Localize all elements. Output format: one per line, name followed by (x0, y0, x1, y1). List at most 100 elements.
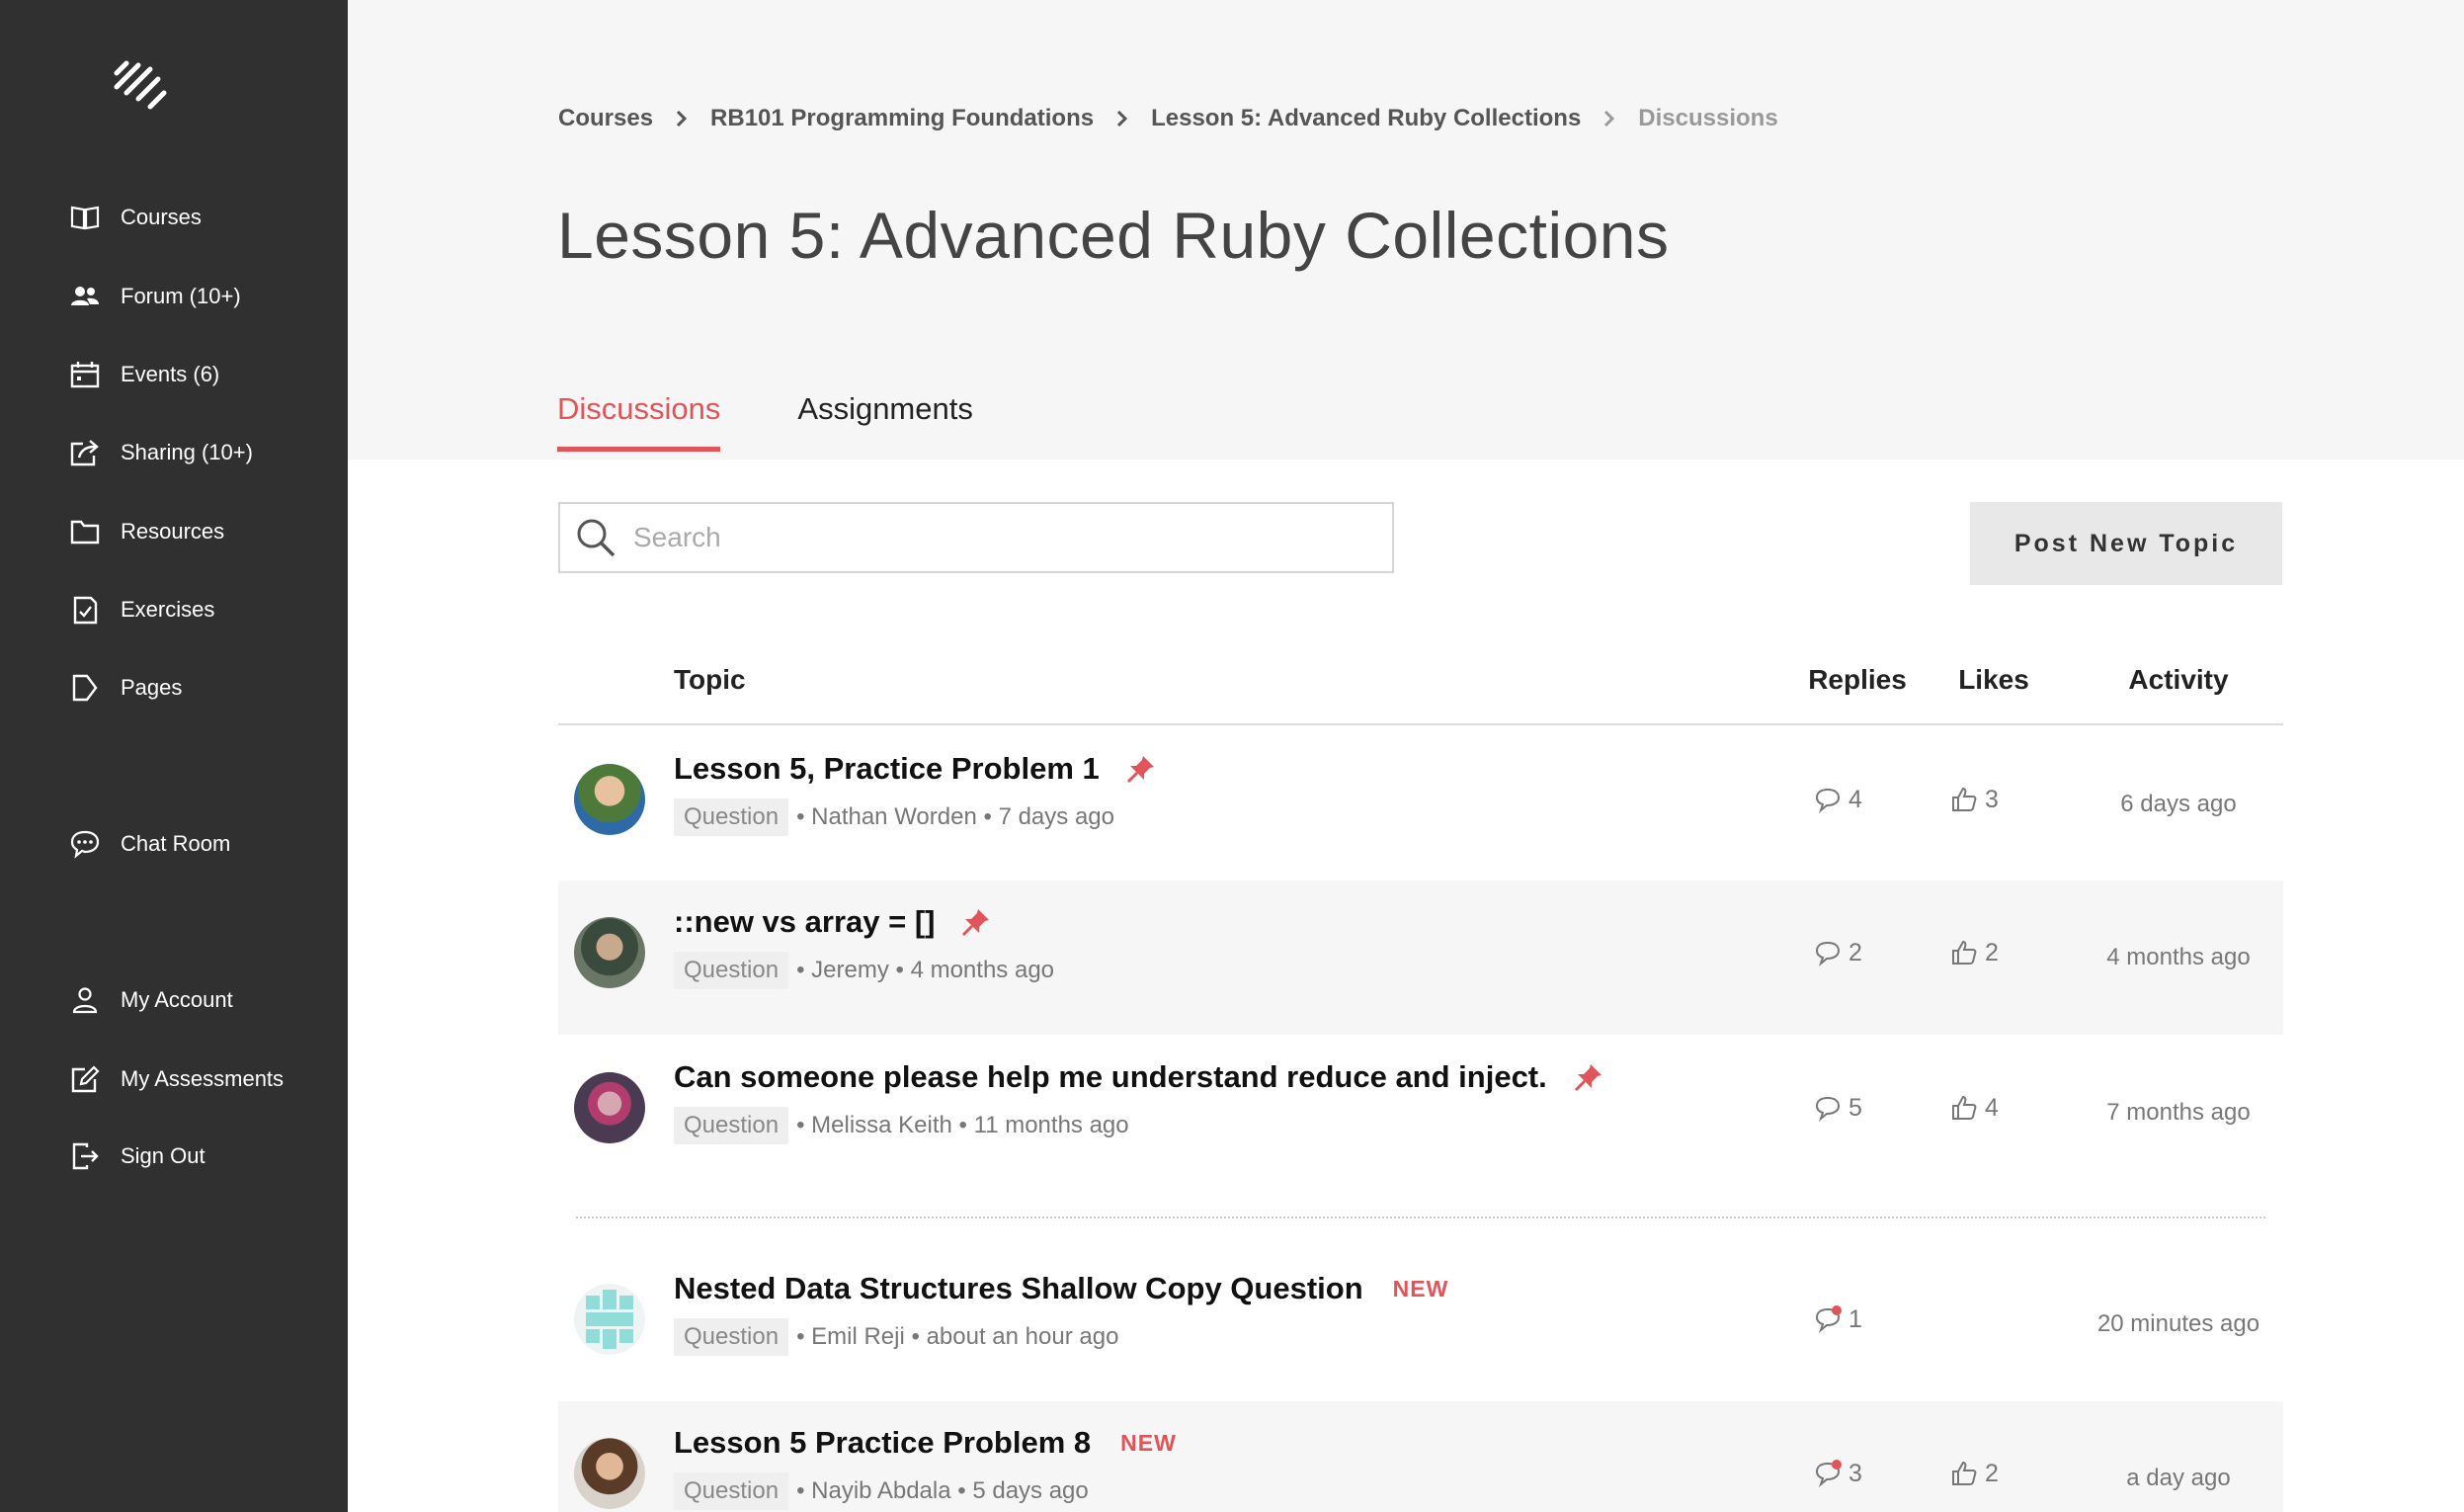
column-header-likes[interactable]: Likes (1939, 664, 2048, 696)
comment-icon (1815, 1096, 1841, 1123)
topic-title[interactable]: Nested Data Structures Shallow Copy Ques… (674, 1271, 1363, 1306)
sidebar-item-pages[interactable]: Pages (67, 666, 182, 710)
breadcrumb-lesson[interactable]: Lesson 5: Advanced Ruby Collections (1151, 105, 1581, 132)
separator-dot: • (796, 803, 812, 830)
sidebar-item-forum[interactable]: Forum (10+) (67, 275, 241, 318)
tab-assignments[interactable]: Assignments (797, 391, 972, 452)
topic-author[interactable]: Melissa Keith (811, 1112, 952, 1139)
separator-dot: • (796, 957, 812, 983)
separator-dot: • (976, 803, 999, 830)
topic-title[interactable]: ::new vs array = [] (674, 904, 935, 940)
search-field[interactable] (558, 502, 1394, 573)
sidebar-item-label: My Assessments (121, 1066, 285, 1091)
sidebar-item-exercises[interactable]: Exercises (67, 588, 214, 631)
category-tag[interactable]: Question (674, 1318, 789, 1356)
chat-icon (67, 828, 103, 860)
sidebar-item-label: My Account (121, 987, 233, 1012)
sidebar-item-chat-room[interactable]: Chat Room (67, 822, 230, 866)
topic-activity: 20 minutes ago (2096, 1310, 2260, 1337)
category-tag[interactable]: Question (674, 1107, 789, 1144)
avatar[interactable] (574, 1438, 645, 1509)
new-badge: NEW (1120, 1429, 1177, 1456)
topic-author[interactable]: Nayib Abdala (811, 1477, 950, 1505)
search-icon (577, 519, 616, 557)
column-header-topic[interactable]: Topic (674, 664, 746, 696)
edit-icon (67, 1063, 103, 1095)
table-row[interactable]: Nested Data Structures Shallow Copy Ques… (558, 1247, 2283, 1401)
user-icon (67, 984, 103, 1016)
sidebar-item-label: Courses (121, 205, 202, 229)
sidebar-item-events[interactable]: Events (6) (67, 353, 219, 396)
table-row[interactable]: Lesson 5, Practice Problem 1 Question • … (558, 727, 2283, 882)
thumbs-up-icon (1952, 787, 1977, 811)
likes-count: 2 (1949, 1459, 1999, 1488)
folder-icon (67, 516, 103, 547)
search-input[interactable] (633, 522, 1364, 553)
sign-out-icon (67, 1140, 103, 1172)
avatar[interactable] (574, 1072, 645, 1143)
sidebar-item-my-account[interactable]: My Account (67, 978, 233, 1022)
table-row[interactable]: Lesson 5 Practice Problem 8 NEW Question… (558, 1401, 2283, 1512)
avatar[interactable] (574, 1284, 645, 1355)
sidebar-item-label: Sharing (10+) (121, 440, 253, 464)
topic-activity: 6 days ago (2120, 791, 2237, 817)
topic-posted-time: about an hour ago (926, 1323, 1119, 1350)
replies-count: 3 (1813, 1459, 1862, 1488)
topic-author[interactable]: Emil Reji (811, 1323, 905, 1351)
sidebar-item-sharing[interactable]: Sharing (10+) (67, 431, 253, 474)
breadcrumb-courses[interactable]: Courses (558, 105, 653, 132)
avatar[interactable] (574, 917, 645, 988)
topic-title[interactable]: Lesson 5, Practice Problem 1 (674, 751, 1100, 787)
likes-count: 3 (1949, 785, 1999, 814)
avatar[interactable] (574, 764, 645, 835)
separator-dot: • (796, 1323, 812, 1350)
pin-icon (1125, 753, 1157, 785)
pinned-divider (576, 1217, 2265, 1218)
category-tag[interactable]: Question (674, 952, 789, 989)
topic-author[interactable]: Nathan Worden (811, 803, 977, 831)
sidebar: Courses Forum (10+) Events (6) Sharing (… (0, 0, 348, 1512)
separator-dot: • (888, 957, 911, 983)
page-title: Lesson 5: Advanced Ruby Collections (557, 199, 1670, 272)
separator-dot: • (950, 1477, 973, 1504)
topic-activity: 7 months ago (2106, 1099, 2251, 1126)
separator-dot: • (904, 1323, 927, 1350)
table-row[interactable]: Can someone please help me understand re… (558, 1036, 2283, 1190)
thumbs-up-icon (1952, 940, 1977, 965)
tab-bar: Discussions Assignments (557, 391, 1050, 452)
sidebar-item-sign-out[interactable]: Sign Out (67, 1134, 205, 1178)
book-icon (67, 202, 103, 233)
topic-posted-time: 4 months ago (910, 957, 1055, 983)
sidebar-item-label: Resources (121, 519, 225, 544)
launch-school-logo-icon[interactable] (113, 57, 176, 121)
table-row[interactable]: ::new vs array = [] Question • Jeremy • … (558, 881, 2283, 1035)
breadcrumb-current: Discussions (1638, 105, 1778, 131)
breadcrumb-course[interactable]: RB101 Programming Foundations (710, 105, 1094, 132)
sidebar-item-courses[interactable]: Courses (67, 196, 202, 239)
new-badge: NEW (1392, 1275, 1449, 1302)
likes-count: 2 (1949, 938, 1999, 967)
column-header-activity[interactable]: Activity (2080, 664, 2277, 696)
category-tag[interactable]: Question (674, 798, 789, 836)
topic-posted-time: 5 days ago (972, 1477, 1089, 1504)
thumbs-up-icon (1952, 1095, 1977, 1120)
separator-dot: • (796, 1112, 812, 1138)
replies-count: 1 (1813, 1304, 1862, 1334)
post-new-topic-button[interactable]: Post New Topic (1970, 502, 2282, 585)
chevron-right-icon (1602, 109, 1616, 128)
tab-discussions[interactable]: Discussions (557, 391, 721, 452)
topic-author[interactable]: Jeremy (811, 957, 889, 984)
separator-dot: • (951, 1112, 974, 1138)
sidebar-item-resources[interactable]: Resources (67, 510, 224, 553)
replies-count: 2 (1813, 938, 1862, 967)
sidebar-item-my-assessments[interactable]: My Assessments (67, 1057, 284, 1101)
chevron-right-icon (675, 109, 689, 128)
likes-count: 4 (1949, 1093, 1999, 1123)
breadcrumb: Courses RB101 Programming Foundations Le… (558, 105, 1778, 132)
topic-title[interactable]: Can someone please help me understand re… (674, 1059, 1547, 1095)
topic-title[interactable]: Lesson 5 Practice Problem 8 (674, 1425, 1091, 1461)
column-header-replies[interactable]: Replies (1793, 664, 1922, 696)
category-tag[interactable]: Question (674, 1472, 789, 1510)
topic-activity: a day ago (2126, 1465, 2231, 1491)
topics-table-header: Topic Replies Likes Activity (558, 652, 2283, 725)
